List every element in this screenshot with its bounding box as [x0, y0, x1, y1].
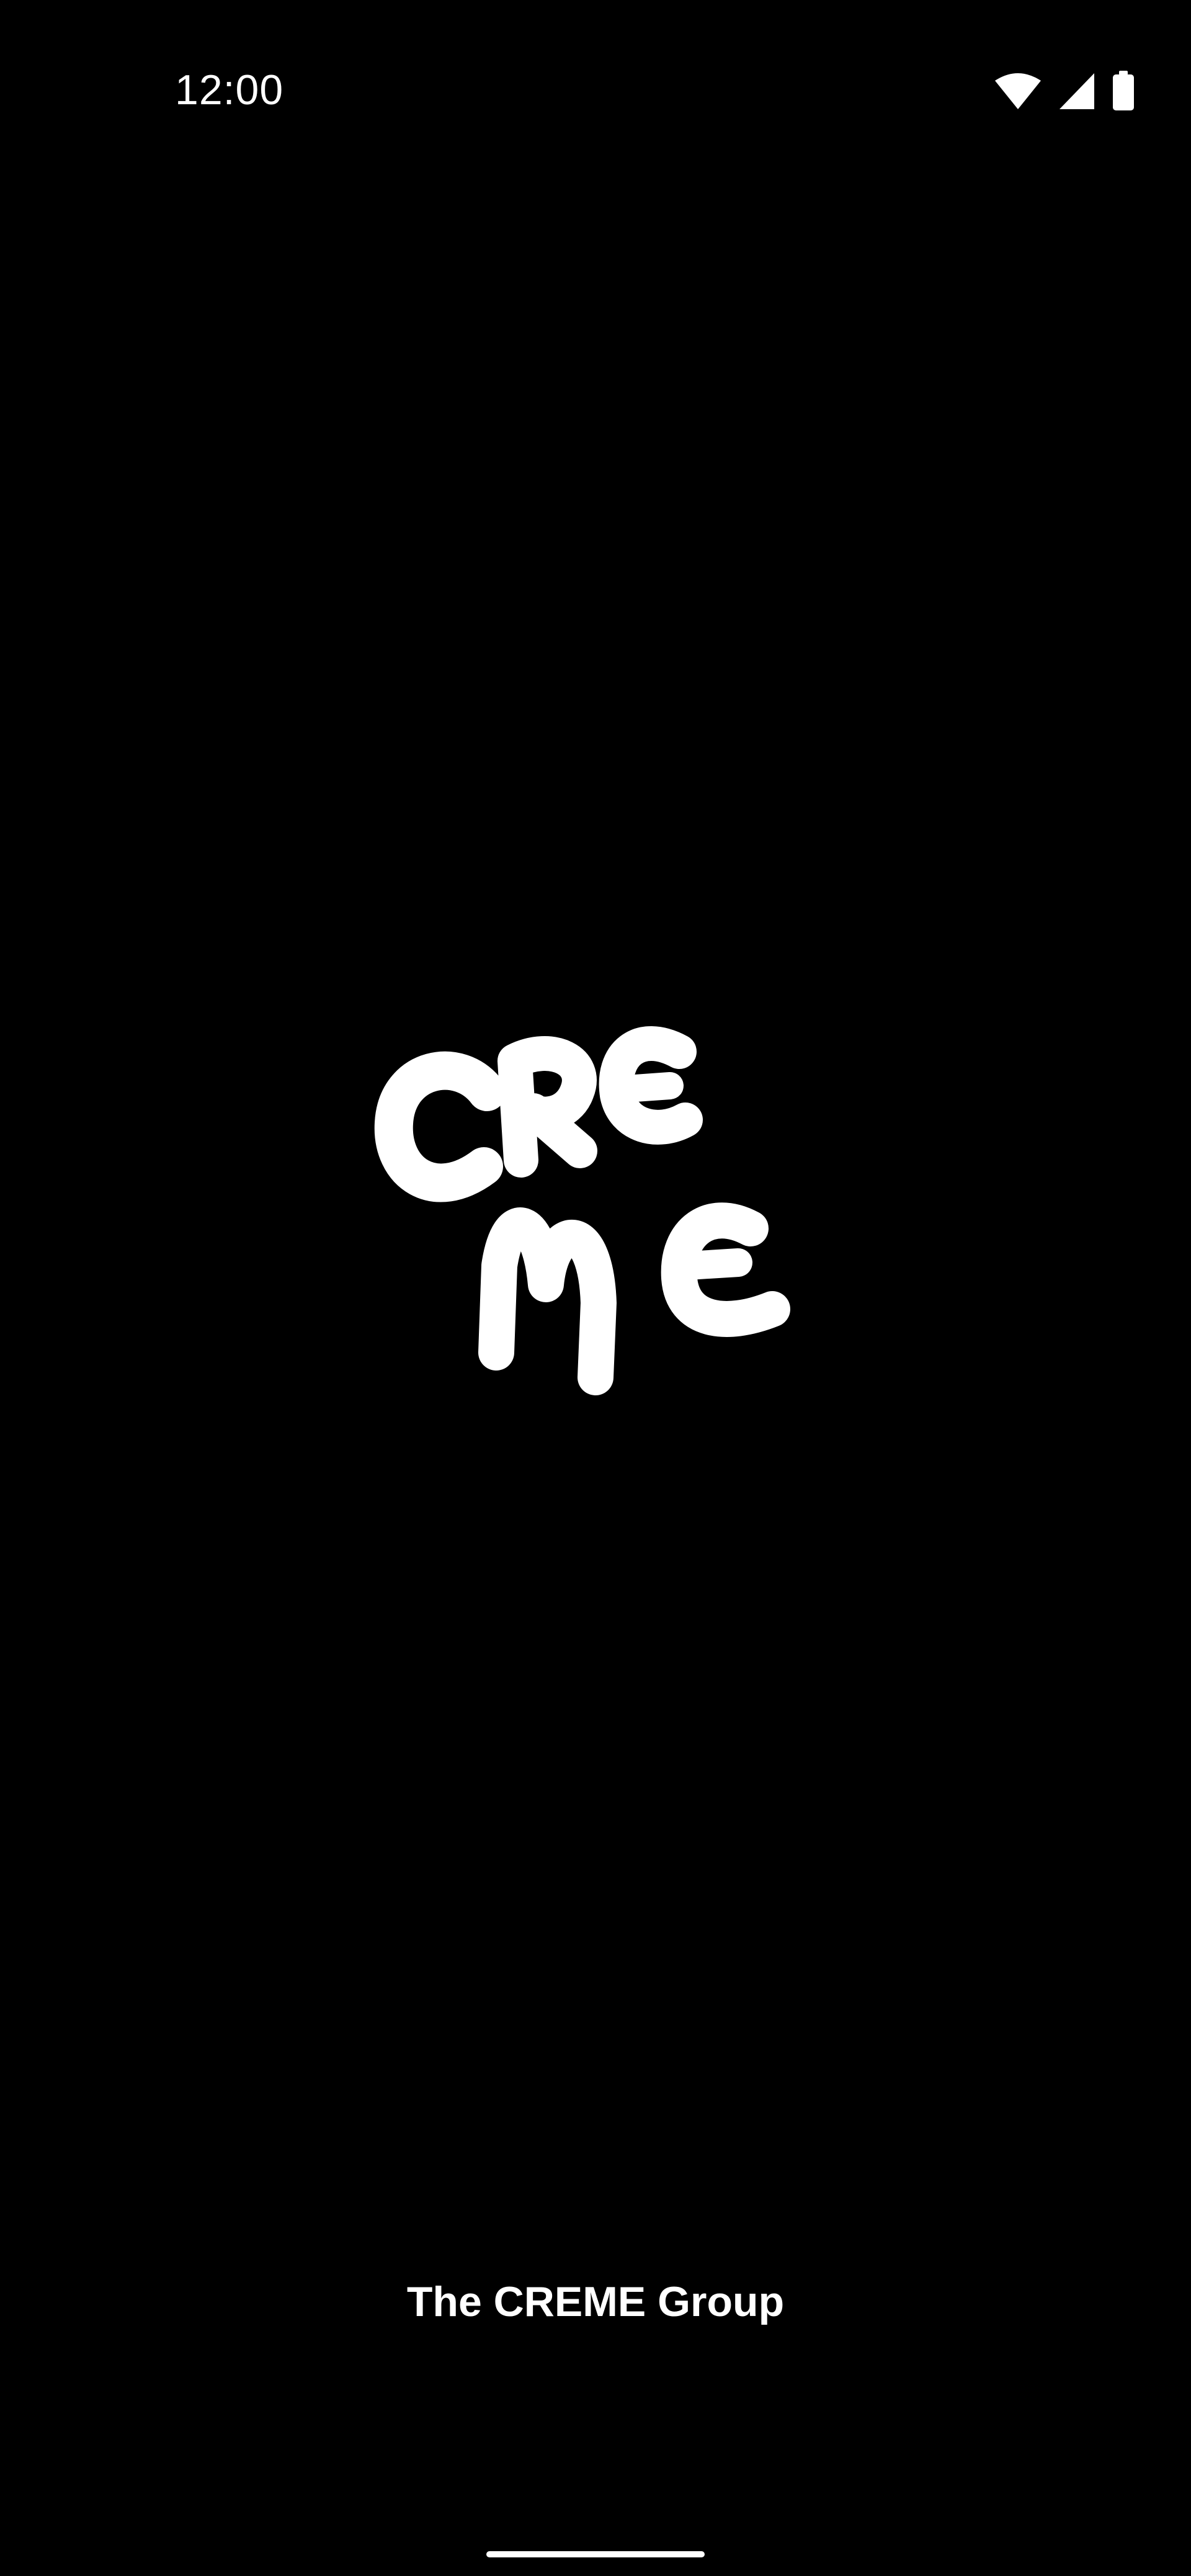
status-time: 12:00 — [175, 66, 284, 114]
status-bar: 12:00 — [0, 0, 1191, 186]
battery-icon — [1113, 71, 1134, 110]
wifi-icon — [995, 73, 1041, 109]
creme-logo — [374, 1026, 790, 1395]
cellular-signal-icon — [1059, 73, 1094, 109]
brand-footer-text: The CREME Group — [406, 2278, 785, 2325]
status-icons — [994, 69, 1135, 113]
gesture-nav-handle[interactable] — [486, 2551, 705, 2557]
